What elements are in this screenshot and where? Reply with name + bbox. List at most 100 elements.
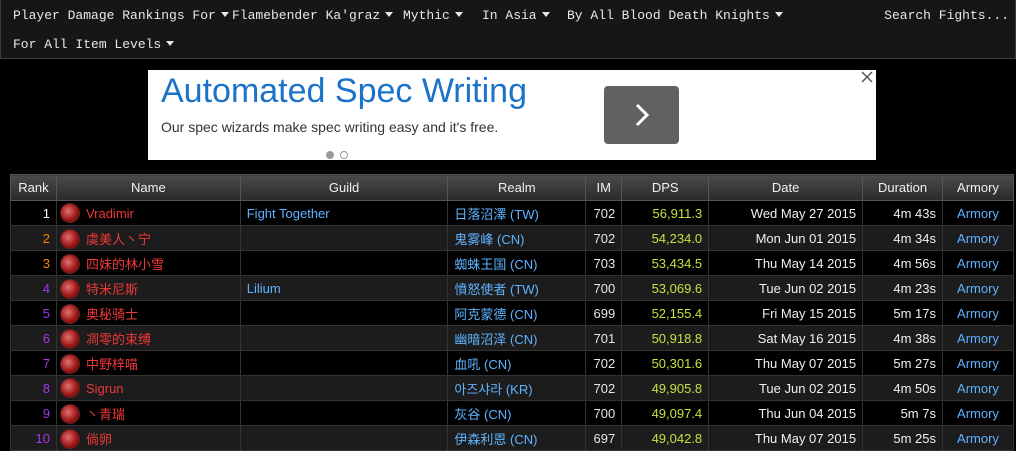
armory-link[interactable]: Armory (941, 300, 1015, 326)
item-level-cell: 697 (585, 425, 623, 451)
caret-down-icon (166, 41, 175, 46)
player-name-link[interactable]: 丶青瑞 (86, 407, 125, 422)
table-row[interactable]: 3 四妹的林小雪 蜘蛛王国 (CN) 703 53,434.5 Thu May 14 20… (10, 250, 1015, 276)
nav-class-dropdown[interactable]: By All Blood Death Knights (567, 8, 783, 23)
ad-dot-2[interactable] (340, 151, 348, 159)
guild-link[interactable] (239, 325, 449, 351)
guild-link[interactable] (239, 425, 449, 451)
realm-link[interactable]: 灰谷 (CN) (447, 400, 587, 426)
dps-cell: 50,918.8 (621, 325, 710, 351)
header-date[interactable]: Date (708, 174, 864, 201)
rank-cell: 4 (10, 275, 57, 301)
realm-link[interactable]: 憤怒使者 (TW) (447, 275, 587, 301)
header-armory[interactable]: Armory (941, 174, 1015, 201)
armory-link[interactable]: Armory (941, 350, 1015, 376)
rank-cell: 10 (10, 425, 57, 451)
name-cell[interactable]: 丶青瑞 (55, 400, 241, 426)
date-cell: Wed May 27 2015 (708, 200, 864, 226)
armory-link[interactable]: Armory (941, 325, 1015, 351)
armory-link[interactable]: Armory (941, 200, 1015, 226)
player-name-link[interactable]: 奥秘骑士 (86, 307, 138, 322)
guild-link[interactable] (239, 350, 449, 376)
nav-itemlevel-dropdown[interactable]: For All Item Levels (13, 37, 175, 52)
duration-cell: 4m 50s (862, 375, 943, 401)
player-name-link[interactable]: Vradimir (86, 206, 134, 221)
guild-link[interactable]: Lilium (239, 275, 449, 301)
armory-link[interactable]: Armory (941, 400, 1015, 426)
caret-down-icon (774, 12, 783, 17)
name-cell[interactable]: 虞美人丶宁 (55, 225, 241, 251)
table-row[interactable]: 1 Vradimir Fight Together 日落沼澤 (TW) 702 56,91… (10, 200, 1015, 226)
rank-cell: 9 (10, 400, 57, 426)
search-fights-link[interactable]: Search Fights... (884, 8, 1009, 23)
armory-link[interactable]: Armory (941, 375, 1015, 401)
nav-boss-dropdown[interactable]: Flamebender Ka'graz (232, 8, 394, 23)
close-icon[interactable] (860, 70, 874, 84)
realm-link[interactable]: 血吼 (CN) (447, 350, 587, 376)
armory-link[interactable]: Armory (941, 250, 1015, 276)
date-cell: Tue Jun 02 2015 (708, 375, 864, 401)
guild-link[interactable] (239, 250, 449, 276)
realm-link[interactable]: 伊森利恩 (CN) (447, 425, 587, 451)
guild-link[interactable] (239, 375, 449, 401)
player-name-link[interactable]: 特米尼斯 (86, 282, 138, 297)
name-cell[interactable]: 特米尼斯 (55, 275, 241, 301)
player-name-link[interactable]: 虞美人丶宁 (86, 232, 151, 247)
ad-banner[interactable]: Automated Spec Writing Our spec wizards … (148, 70, 876, 160)
armory-link[interactable]: Armory (941, 275, 1015, 301)
death-knight-class-icon (60, 429, 79, 448)
rank-cell: 2 (10, 225, 57, 251)
name-cell[interactable]: 奥秘骑士 (55, 300, 241, 326)
armory-link[interactable]: Armory (941, 425, 1015, 451)
realm-link[interactable]: 蜘蛛王国 (CN) (447, 250, 587, 276)
player-name-link[interactable]: 凋零的束缚 (86, 332, 151, 347)
name-cell[interactable]: Sigrun (55, 375, 241, 401)
table-row[interactable]: 4 特米尼斯 Lilium 憤怒使者 (TW) 700 53,069.6 Tue Jun 0… (10, 275, 1015, 301)
name-cell[interactable]: 中野梓喵 (55, 350, 241, 376)
realm-link[interactable]: 幽暗沼泽 (CN) (447, 325, 587, 351)
header-guild[interactable]: Guild (239, 174, 449, 201)
name-cell[interactable]: 倘卵 (55, 425, 241, 451)
table-row[interactable]: 9 丶青瑞 灰谷 (CN) 700 49,097.4 Thu Jun 04 2015 5m … (10, 400, 1015, 426)
realm-link[interactable]: 阿克蒙德 (CN) (447, 300, 587, 326)
ad-dot-1[interactable] (326, 151, 334, 159)
player-name-link[interactable]: 倘卵 (86, 432, 112, 447)
table-row[interactable]: 5 奥秘骑士 阿克蒙德 (CN) 699 52,155.4 Fri May 15 2015… (10, 300, 1015, 326)
nav-difficulty-dropdown[interactable]: Mythic (403, 8, 463, 23)
guild-link[interactable] (239, 225, 449, 251)
armory-link[interactable]: Armory (941, 225, 1015, 251)
name-cell[interactable]: 凋零的束缚 (55, 325, 241, 351)
chevron-right-icon (635, 103, 650, 127)
header-duration[interactable]: Duration (862, 174, 943, 201)
header-rank[interactable]: Rank (10, 174, 57, 201)
guild-link[interactable]: Fight Together (239, 200, 449, 226)
death-knight-class-icon (60, 304, 79, 323)
header-name[interactable]: Name (55, 174, 241, 201)
table-row[interactable]: 8 Sigrun 아즈샤라 (KR) 702 49,905.8 Tue Jun 02 20… (10, 375, 1015, 401)
table-row[interactable]: 6 凋零的束缚 幽暗沼泽 (CN) 701 50,918.8 Sat May 16 201… (10, 325, 1015, 351)
header-realm[interactable]: Realm (447, 174, 587, 201)
realm-link[interactable]: 아즈샤라 (KR) (447, 375, 587, 401)
item-level-cell: 702 (585, 200, 623, 226)
ad-next-button[interactable] (604, 86, 679, 144)
table-row[interactable]: 10 倘卵 伊森利恩 (CN) 697 49,042.8 Thu May 07 2015 5… (10, 425, 1015, 451)
player-name-link[interactable]: 中野梓喵 (86, 357, 138, 372)
table-row[interactable]: 7 中野梓喵 血吼 (CN) 702 50,301.6 Thu May 07 2015 5m… (10, 350, 1015, 376)
date-cell: Tue Jun 02 2015 (708, 275, 864, 301)
guild-link[interactable] (239, 400, 449, 426)
guild-link[interactable] (239, 300, 449, 326)
realm-link[interactable]: 日落沼澤 (TW) (447, 200, 587, 226)
header-im[interactable]: IM (585, 174, 623, 201)
item-level-cell: 702 (585, 225, 623, 251)
player-name-link[interactable]: 四妹的林小雪 (86, 257, 164, 272)
realm-link[interactable]: 鬼雾峰 (CN) (447, 225, 587, 251)
name-cell[interactable]: 四妹的林小雪 (55, 250, 241, 276)
nav-region-dropdown[interactable]: In Asia (482, 8, 550, 23)
caret-down-icon (541, 12, 550, 17)
dps-cell: 49,097.4 (621, 400, 710, 426)
name-cell[interactable]: Vradimir (55, 200, 241, 226)
header-dps[interactable]: DPS (621, 174, 710, 201)
nav-metric-dropdown[interactable]: Player Damage Rankings For (13, 8, 229, 23)
player-name-link[interactable]: Sigrun (86, 381, 124, 396)
table-row[interactable]: 2 虞美人丶宁 鬼雾峰 (CN) 702 54,234.0 Mon Jun 01 2015… (10, 225, 1015, 251)
